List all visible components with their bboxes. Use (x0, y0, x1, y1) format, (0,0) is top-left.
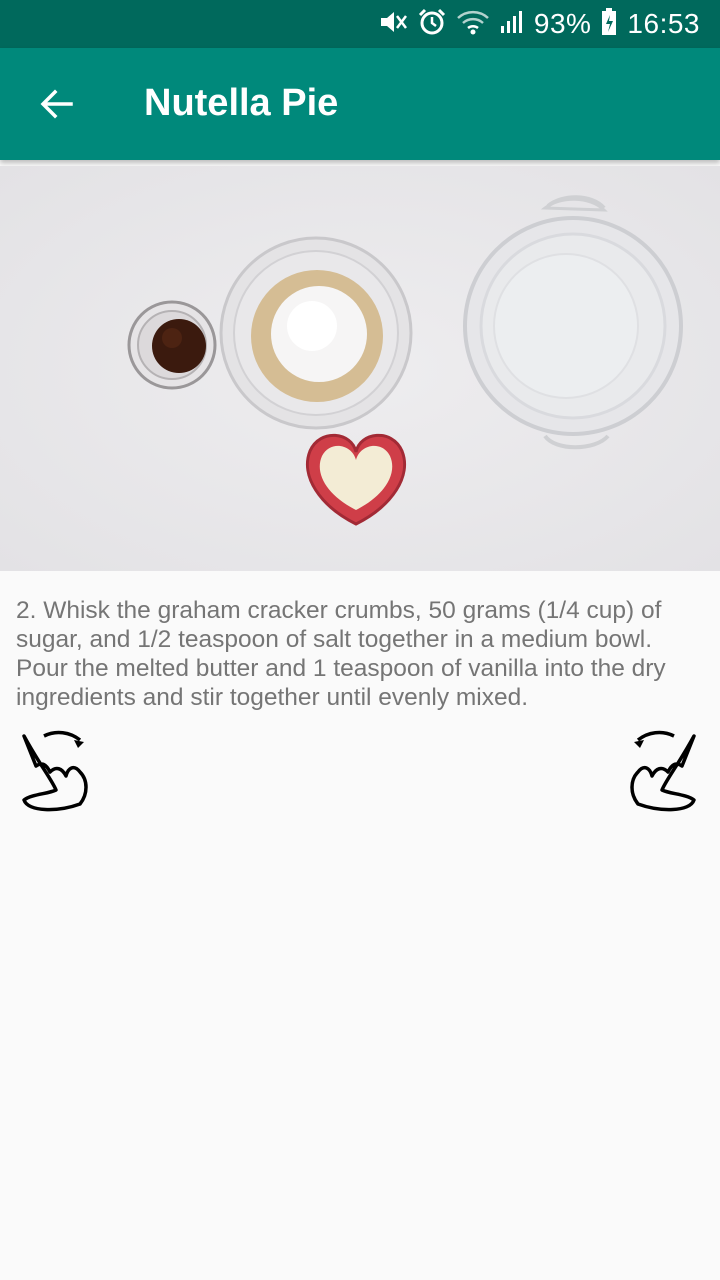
clock: 16:53 (627, 8, 700, 39)
swipe-right-hand-icon (628, 730, 700, 818)
back-button[interactable] (32, 82, 80, 130)
app-bar: Nutella Pie (0, 48, 720, 160)
next-step-button[interactable] (628, 728, 700, 814)
previous-step-button[interactable] (18, 728, 90, 814)
battery-percent: 93% (533, 8, 592, 39)
mute-icon (378, 9, 408, 40)
signal-icon (500, 10, 524, 39)
step-description: 2. Whisk the graham cracker crumbs, 50 g… (16, 597, 666, 711)
swipe-left-hand-icon (18, 730, 90, 818)
status-bar: 93% 16:53 (0, 0, 720, 48)
battery-icon (601, 7, 617, 41)
alarm-icon (418, 8, 446, 41)
step-image (0, 166, 720, 571)
wifi-icon (456, 9, 490, 40)
page-title: Nutella Pie (144, 82, 339, 124)
arrow-back-icon (38, 86, 74, 127)
